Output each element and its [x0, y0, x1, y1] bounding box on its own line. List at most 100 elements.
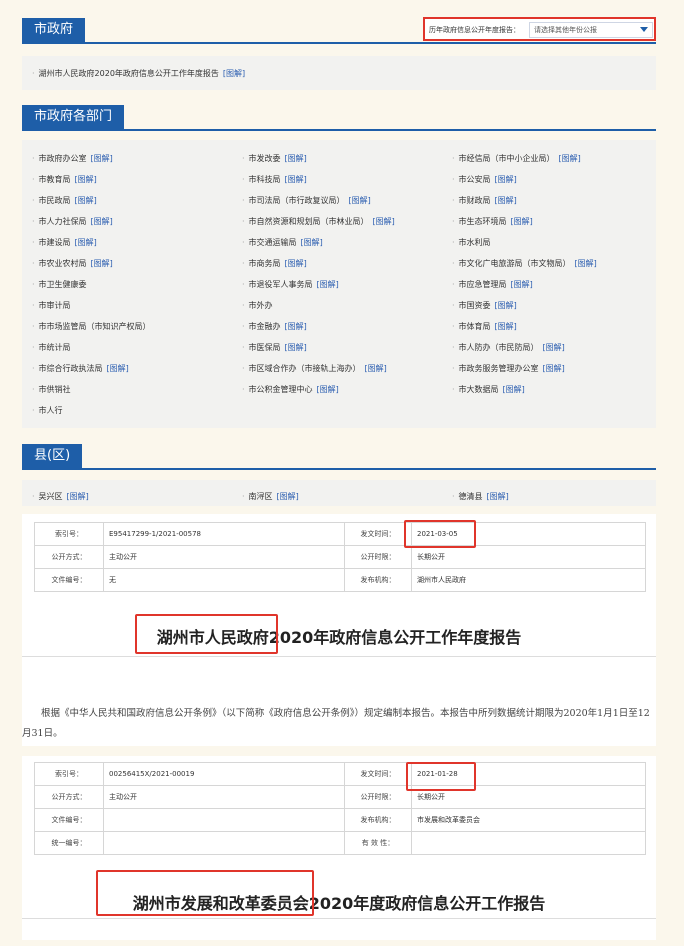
list-item[interactable]: · 市经信局（市中小企业局） [图解]: [452, 153, 581, 164]
county-label[interactable]: 德清县: [459, 492, 483, 501]
list-item[interactable]: · 市人行: [32, 405, 63, 416]
department-label[interactable]: 市商务局: [249, 259, 281, 268]
list-item[interactable]: · 市建设局 [图解]: [32, 237, 97, 248]
department-label[interactable]: 市综合行政执法局: [39, 364, 103, 373]
department-label[interactable]: 市建设局: [39, 238, 71, 247]
department-label[interactable]: 市区域合作办（市接轨上海办）: [249, 364, 361, 373]
graphic-link[interactable]: [图解]: [575, 259, 597, 268]
graphic-link[interactable]: [图解]: [543, 364, 565, 373]
list-item[interactable]: · 市农业农村局 [图解]: [32, 258, 113, 269]
graphic-link[interactable]: [图解]: [317, 280, 339, 289]
list-item[interactable]: · 市金融办 [图解]: [242, 321, 307, 332]
list-item[interactable]: · 市市场监管局（市知识产权局）: [32, 321, 151, 332]
graphic-link[interactable]: [图解]: [75, 238, 97, 247]
list-item[interactable]: · 市生态环境局 [图解]: [452, 216, 533, 227]
year-select-dropdown[interactable]: 请选择其他年份公报: [529, 22, 653, 38]
graphic-link[interactable]: [图解]: [511, 280, 533, 289]
graphic-link[interactable]: [图解]: [285, 154, 307, 163]
list-item[interactable]: · 市外办: [242, 300, 273, 311]
graphic-link[interactable]: [图解]: [107, 364, 129, 373]
department-label[interactable]: 市文化广电旅游局（市文物局）: [459, 259, 571, 268]
department-label[interactable]: 市司法局（市行政复议局）: [249, 196, 345, 205]
graphic-link[interactable]: [图解]: [301, 238, 323, 247]
department-label[interactable]: 市大数据局: [459, 385, 499, 394]
graphic-link[interactable]: [图解]: [75, 196, 97, 205]
list-item[interactable]: · 市司法局（市行政复议局） [图解]: [242, 195, 371, 206]
department-label[interactable]: 市退役军人事务局: [249, 280, 313, 289]
department-label[interactable]: 市政府办公室: [39, 154, 87, 163]
list-item[interactable]: · 市退役军人事务局 [图解]: [242, 279, 339, 290]
chevron-down-icon[interactable]: [640, 27, 648, 32]
graphic-link[interactable]: [图解]: [373, 217, 395, 226]
list-item[interactable]: · 市发改委 [图解]: [242, 153, 307, 164]
county-label[interactable]: 南浔区: [249, 492, 273, 501]
graphic-link[interactable]: [图解]: [511, 217, 533, 226]
list-item[interactable]: · 市公安局 [图解]: [452, 174, 517, 185]
department-label[interactable]: 市教育局: [39, 175, 71, 184]
department-label[interactable]: 市审计局: [39, 301, 71, 310]
list-item[interactable]: · 市综合行政执法局 [图解]: [32, 363, 129, 374]
department-label[interactable]: 市人行: [39, 406, 63, 415]
list-item[interactable]: · 市国资委 [图解]: [452, 300, 517, 311]
graphic-link[interactable]: [图解]: [67, 492, 89, 501]
department-label[interactable]: 市国资委: [459, 301, 491, 310]
list-item[interactable]: · 湖州市人民政府2020年政府信息公开工作年度报告 [图解]: [32, 68, 245, 79]
graphic-link[interactable]: [图解]: [349, 196, 371, 205]
department-label[interactable]: 市市场监管局（市知识产权局）: [39, 322, 151, 331]
department-label[interactable]: 市卫生健康委: [39, 280, 87, 289]
list-item[interactable]: · 市教育局 [图解]: [32, 174, 97, 185]
graphic-link[interactable]: [图解]: [559, 154, 581, 163]
list-item[interactable]: · 市公积金管理中心 [图解]: [242, 384, 339, 395]
graphic-link[interactable]: [图解]: [503, 385, 525, 394]
graphic-link[interactable]: [图解]: [285, 322, 307, 331]
graphic-link[interactable]: [图解]: [317, 385, 339, 394]
list-item[interactable]: · 市自然资源和规划局（市林业局） [图解]: [242, 216, 395, 227]
department-label[interactable]: 市自然资源和规划局（市林业局）: [249, 217, 369, 226]
graphic-link[interactable]: [图解]: [91, 154, 113, 163]
department-label[interactable]: 市水利局: [459, 238, 491, 247]
list-item[interactable]: · 市文化广电旅游局（市文物局） [图解]: [452, 258, 597, 269]
graphic-link[interactable]: [图解]: [91, 259, 113, 268]
department-label[interactable]: 市应急管理局: [459, 280, 507, 289]
graphic-link[interactable]: [图解]: [285, 175, 307, 184]
department-label[interactable]: 市统计局: [39, 343, 71, 352]
list-item[interactable]: · 市民政局 [图解]: [32, 195, 97, 206]
department-label[interactable]: 市供销社: [39, 385, 71, 394]
list-item[interactable]: · 市应急管理局 [图解]: [452, 279, 533, 290]
department-label[interactable]: 市民政局: [39, 196, 71, 205]
list-item[interactable]: · 南浔区 [图解]: [242, 491, 299, 502]
list-item[interactable]: · 市大数据局 [图解]: [452, 384, 525, 395]
list-item[interactable]: · 市政府办公室 [图解]: [32, 153, 113, 164]
tab-counties[interactable]: 县(区): [22, 444, 83, 468]
list-item[interactable]: · 市统计局: [32, 342, 71, 353]
list-item[interactable]: · 市人力社保局 [图解]: [32, 216, 113, 227]
department-label[interactable]: 市生态环境局: [459, 217, 507, 226]
graphic-link[interactable]: [图解]: [285, 259, 307, 268]
department-label[interactable]: 市农业农村局: [39, 259, 87, 268]
graphic-link[interactable]: [图解]: [285, 343, 307, 352]
department-label[interactable]: 市人力社保局: [39, 217, 87, 226]
department-label[interactable]: 市政务服务管理办公室: [459, 364, 539, 373]
department-label[interactable]: 市财政局: [459, 196, 491, 205]
list-item[interactable]: · 吴兴区 [图解]: [32, 491, 89, 502]
list-item[interactable]: · 市科技局 [图解]: [242, 174, 307, 185]
department-label[interactable]: 市公积金管理中心: [249, 385, 313, 394]
graphic-link[interactable]: [图解]: [277, 492, 299, 501]
list-item[interactable]: · 市财政局 [图解]: [452, 195, 517, 206]
department-label[interactable]: 市经信局（市中小企业局）: [459, 154, 555, 163]
department-label[interactable]: 市人防办（市民防局）: [459, 343, 539, 352]
list-item[interactable]: · 市区域合作办（市接轨上海办） [图解]: [242, 363, 387, 374]
list-item[interactable]: · 市医保局 [图解]: [242, 342, 307, 353]
department-label[interactable]: 市科技局: [249, 175, 281, 184]
list-item[interactable]: · 市商务局 [图解]: [242, 258, 307, 269]
list-item[interactable]: · 德清县 [图解]: [452, 491, 509, 502]
graphic-link[interactable]: [图解]: [495, 322, 517, 331]
graphic-link[interactable]: [图解]: [495, 301, 517, 310]
department-label[interactable]: 市交通运输局: [249, 238, 297, 247]
graphic-link[interactable]: [图解]: [365, 364, 387, 373]
department-label[interactable]: 市外办: [249, 301, 273, 310]
graphic-link[interactable]: [图解]: [91, 217, 113, 226]
graphic-link[interactable]: [图解]: [543, 343, 565, 352]
list-item[interactable]: · 市卫生健康委: [32, 279, 87, 290]
graphic-link[interactable]: [图解]: [495, 175, 517, 184]
